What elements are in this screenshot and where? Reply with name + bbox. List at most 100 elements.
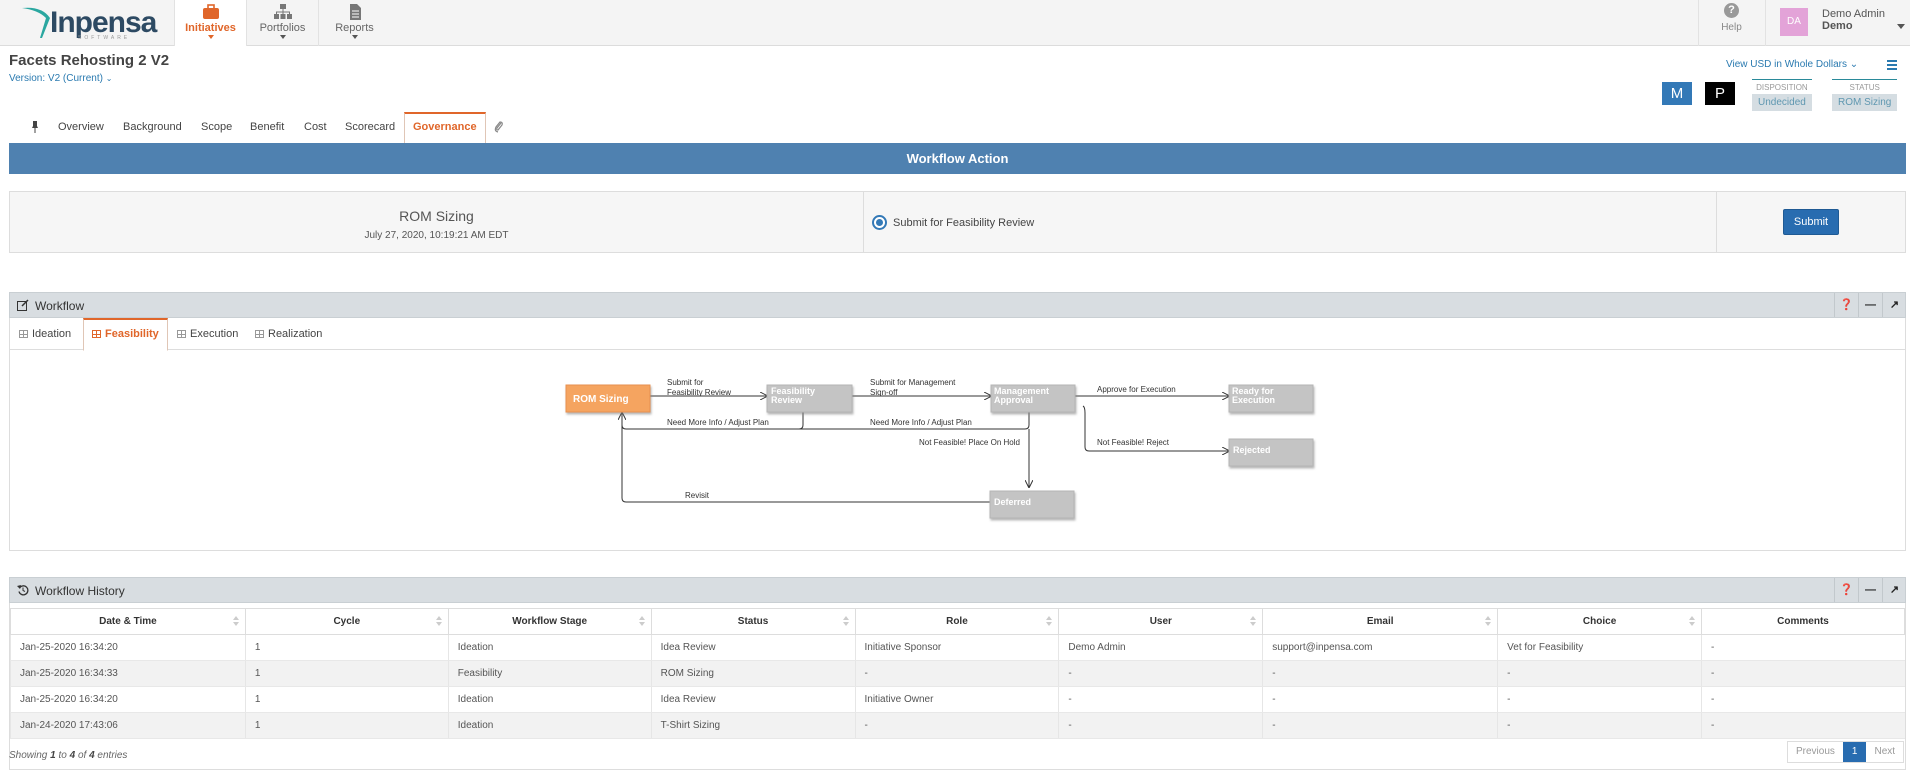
table-icon [177, 330, 186, 338]
expand-icon[interactable]: ↗ [1882, 578, 1906, 602]
column-header[interactable]: User [1058, 608, 1264, 635]
column-header[interactable]: Email [1262, 608, 1499, 635]
edge-label: Need More Info / Adjust Plan [667, 418, 769, 427]
column-header[interactable]: Comments [1701, 608, 1905, 635]
table-header-row: Date & Time Cycle Workflow Stage Status … [10, 608, 1905, 635]
m-badge[interactable]: M [1662, 82, 1692, 105]
action-radio[interactable] [872, 215, 887, 230]
tab-scorecard[interactable]: Scorecard [345, 112, 395, 143]
node-ready-for-execution[interactable]: Ready for Execution [1228, 384, 1314, 413]
tab-cost[interactable]: Cost [304, 112, 327, 143]
table-cell: Ideation [447, 634, 652, 661]
node-label: Deferred [994, 497, 1031, 507]
edge-label: Revisit [685, 491, 710, 500]
workflow-diagram: ROM Sizing Feasibility Review Management A… [565, 378, 1314, 519]
node-deferred[interactable]: Deferred [989, 490, 1075, 519]
node-management-approval[interactable]: Management Approval [990, 384, 1076, 413]
history-panel-header: Workflow History ❓ — ↗ [9, 577, 1906, 603]
history-icon [17, 585, 29, 596]
submit-button[interactable]: Submit [1783, 209, 1839, 235]
workflow-panel-header: Workflow ❓ — ↗ [9, 292, 1906, 318]
current-stage-cell: ROM Sizing July 27, 2020, 10:19:21 AM ED… [9, 191, 864, 253]
table-cell: Ideation [447, 712, 652, 739]
table-cell: ROM Sizing [650, 660, 855, 687]
minimize-icon[interactable]: — [1858, 293, 1882, 317]
table-cell: Jan-25-2020 16:34:20 [10, 634, 246, 661]
pagination: Previous 1 Next [1787, 741, 1905, 763]
nav-label: Initiatives [185, 22, 236, 34]
phase-tab-ideation[interactable]: Ideation [19, 318, 71, 350]
workflow-action-header: Workflow Action [9, 143, 1906, 174]
hamburger-menu-icon[interactable] [1887, 60, 1897, 72]
table-row: Jan-25-2020 16:34:20 1 Ideation Idea Rev… [10, 686, 1905, 713]
phase-tab-realization[interactable]: Realization [255, 318, 322, 350]
node-rejected[interactable]: Rejected [1228, 438, 1314, 467]
next-button[interactable]: Next [1866, 742, 1903, 762]
phase-tab-execution[interactable]: Execution [177, 318, 238, 350]
table-cell: Ideation [447, 686, 652, 713]
table-cell: - [1497, 686, 1702, 713]
help-icon[interactable]: ❓ [1834, 293, 1858, 317]
disposition-block[interactable]: DISPOSITION Undecided [1752, 79, 1812, 111]
node-label: Rejected [1233, 445, 1271, 455]
help-icon[interactable]: ❓ [1834, 578, 1858, 602]
action-options-cell: Submit for Feasibility Review [864, 191, 1717, 253]
inpensa-logo[interactable]: Inpensa SOFTWARE [20, 2, 170, 44]
expand-icon[interactable]: ↗ [1882, 293, 1906, 317]
caret-down-icon [279, 35, 286, 39]
table-cell: - [1701, 712, 1905, 739]
user-menu[interactable]: DA Demo Admin Demo [1765, 0, 1910, 46]
nav-portfolios[interactable]: Portfolios [246, 0, 318, 46]
table-cell: - [1497, 712, 1702, 739]
action-option-label[interactable]: Submit for Feasibility Review [893, 217, 1034, 229]
sort-icon [435, 616, 442, 626]
tab-scope[interactable]: Scope [201, 112, 232, 143]
p-badge[interactable]: P [1705, 82, 1735, 105]
history-panel-body: Date & Time Cycle Workflow Stage Status … [9, 603, 1906, 770]
pin-icon[interactable] [32, 121, 38, 133]
phase-tab-feasibility[interactable]: Feasibility [83, 318, 168, 351]
phase-tab-label: Feasibility [105, 328, 159, 340]
tab-governance[interactable]: Governance [404, 112, 486, 143]
help-button[interactable]: ? Help [1698, 0, 1764, 46]
paperclip-icon[interactable] [494, 120, 504, 133]
column-header[interactable]: Date & Time [10, 608, 246, 635]
tab-background[interactable]: Background [123, 112, 182, 143]
column-header[interactable]: Role [854, 608, 1060, 635]
table-cell: Feasibility [447, 660, 652, 687]
sort-icon [1485, 616, 1492, 626]
table-icon [92, 330, 101, 338]
table-cell: Vet for Feasibility [1497, 634, 1702, 661]
tab-overview[interactable]: Overview [58, 112, 104, 143]
sort-icon [1046, 616, 1053, 626]
nav-reports[interactable]: Reports [318, 0, 390, 46]
table-cell: - [1701, 634, 1905, 661]
table-row: Jan-25-2020 16:34:33 1 Feasibility ROM S… [10, 660, 1905, 687]
currency-selector[interactable]: View USD in Whole Dollars ⌄ [1726, 59, 1858, 70]
sitemap-icon [273, 4, 292, 19]
table-icon [19, 330, 28, 338]
table-icon [255, 330, 264, 338]
node-feasibility-review[interactable]: Feasibility Review [766, 384, 853, 413]
edit-icon [17, 299, 29, 311]
minimize-icon[interactable]: — [1858, 578, 1882, 602]
column-header[interactable]: Workflow Stage [447, 608, 652, 635]
nav-initiatives[interactable]: Initiatives [174, 0, 246, 46]
status-block[interactable]: STATUS ROM Sizing [1832, 79, 1898, 111]
node-label: ROM Sizing [573, 394, 629, 405]
column-header[interactable]: Cycle [244, 608, 449, 635]
version-selector[interactable]: Version: V2 (Current) ⌄ [9, 73, 112, 84]
table-row: Jan-25-2020 16:34:20 1 Ideation Idea Rev… [10, 634, 1905, 661]
previous-button[interactable]: Previous [1788, 742, 1843, 762]
table-cell: - [1497, 660, 1702, 687]
column-header[interactable]: Status [650, 608, 856, 635]
page-1-button[interactable]: 1 [1842, 742, 1867, 762]
current-stage: ROM Sizing [399, 208, 474, 224]
edge-label: Submit for Feasibility Review [667, 378, 731, 397]
table-cell: Demo Admin [1058, 634, 1263, 661]
tab-benefit[interactable]: Benefit [250, 112, 284, 143]
table-cell: - [1701, 686, 1905, 713]
node-rom-sizing[interactable]: ROM Sizing [565, 384, 651, 413]
column-header[interactable]: Choice [1497, 608, 1703, 635]
phase-tab-label: Realization [268, 328, 323, 340]
